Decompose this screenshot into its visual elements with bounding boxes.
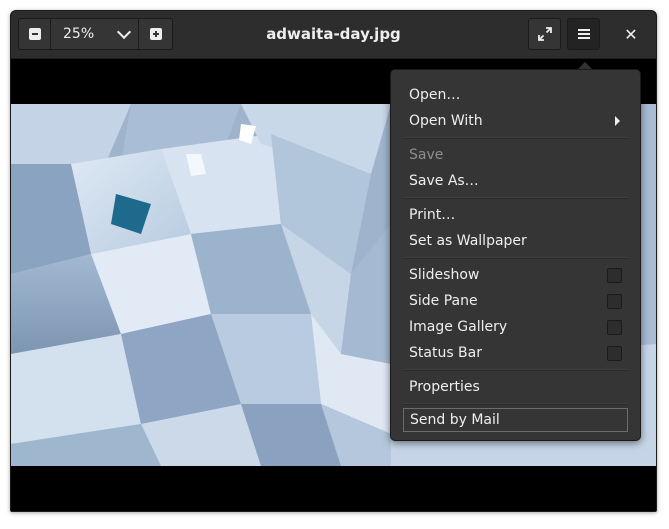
menu-button[interactable] [567,18,600,50]
menu-item-label: Save [409,147,444,163]
menu-item-set-as-wallpaper[interactable]: Set as Wallpaper [403,228,628,254]
image-gallery-checkbox[interactable] [607,319,622,335]
menu-separator [403,137,628,139]
zoom-in-button[interactable] [139,19,172,49]
bottom-letterbox [11,466,656,511]
menu-item-label: Properties [409,379,480,395]
side-pane-checkbox[interactable] [607,293,622,309]
status-bar-checkbox[interactable] [607,345,622,361]
menu-separator [403,369,628,371]
menu-item-label: Save As… [409,173,479,189]
menu-separator [403,197,628,199]
menu-separator [403,257,628,259]
menu-item-label: Print… [409,207,456,223]
menu-separator [403,403,628,405]
menu-item-send-by-mail[interactable]: Send by Mail [403,408,628,432]
fullscreen-icon [537,27,552,41]
menu-item-open[interactable]: Open… [403,82,628,108]
menu-item-label: Open With [409,113,483,129]
submenu-arrow-icon [615,116,620,126]
zoom-out-button[interactable] [19,19,51,49]
menu-item-label: Image Gallery [409,319,508,335]
menu-item-label: Slideshow [409,267,480,283]
menu-item-status-bar[interactable]: Status Bar [403,340,628,366]
menu-item-label: Side Pane [409,293,478,309]
menu-item-properties[interactable]: Properties [403,374,628,400]
zoom-control: 25% [18,18,173,50]
menu-item-image-gallery[interactable]: Image Gallery [403,314,628,340]
zoom-out-icon [28,28,41,40]
menu-item-open-with[interactable]: Open With [403,108,628,134]
close-button[interactable]: ✕ [615,18,647,50]
zoom-level-value: 25% [63,26,95,42]
fullscreen-button[interactable] [528,18,561,50]
menu-item-label: Set as Wallpaper [409,233,527,249]
hamburger-menu-icon [577,29,590,39]
zoom-level-dropdown[interactable]: 25% [51,19,139,49]
close-icon: ✕ [624,24,638,44]
slideshow-checkbox[interactable] [607,267,622,283]
menu-item-label: Status Bar [409,345,483,361]
menu-item-slideshow[interactable]: Slideshow [403,262,628,288]
chevron-down-icon [116,24,132,40]
menu-item-save: Save [403,142,628,168]
app-menu-popover: Open… Open With Save Save As… Print… Set… [390,69,641,441]
headerbar: 25% adwaita-day.jpg ✕ [11,11,656,59]
menu-item-print[interactable]: Print… [403,202,628,228]
menu-item-label: Send by Mail [410,412,500,428]
menu-item-side-pane[interactable]: Side Pane [403,288,628,314]
zoom-in-icon [149,28,162,40]
menu-item-save-as[interactable]: Save As… [403,168,628,194]
menu-item-label: Open… [409,87,461,103]
app-menu: Open… Open With Save Save As… Print… Set… [391,70,640,432]
